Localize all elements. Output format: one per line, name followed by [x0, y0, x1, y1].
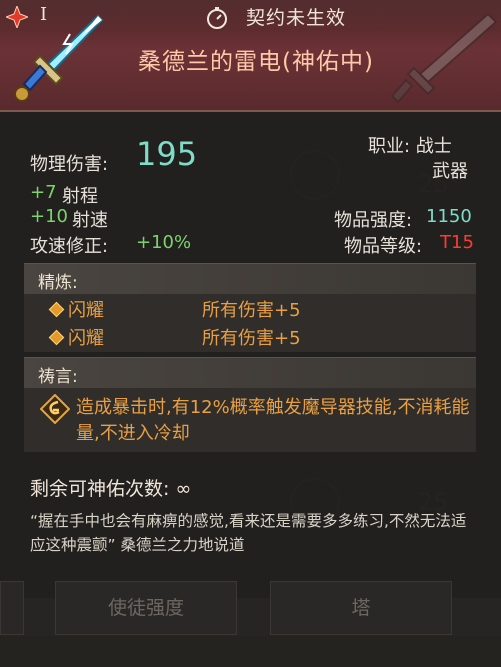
item-tooltip-card: I 契约未生效 桑德兰的雷电(神佑中) 物理伤害: 195 +7 射程 +10 — [0, 0, 501, 598]
flavor-text: “握在手中也会有麻痹的感觉,看来还是需要多多练习,不然无法适应这种震颤” 桑德兰… — [30, 512, 467, 554]
item-power-value: 1150 — [426, 206, 472, 227]
tower-button[interactable]: 塔 — [270, 581, 452, 635]
attack-speed-value: +10% — [136, 232, 192, 253]
range-label: 射程 — [62, 186, 98, 207]
speed-bonus: +10 — [30, 206, 68, 227]
prayer-title: 祷言: — [38, 367, 78, 387]
background-sword-icon — [390, 12, 498, 104]
refine-section-body: 闪耀 所有伤害+5 闪耀 所有伤害+5 — [24, 294, 476, 352]
refine-title: 精炼: — [38, 273, 78, 293]
item-level-label: 物品等级: — [344, 236, 423, 257]
item-type-label: 武器 — [432, 161, 468, 182]
refine-row-name: 闪耀 — [68, 328, 104, 349]
physical-damage-value: 195 — [136, 135, 198, 173]
range-bonus: +7 — [30, 182, 57, 203]
contract-status: 契约未生效 — [246, 7, 347, 29]
bottom-strip — [0, 636, 501, 667]
item-level-value: T15 — [440, 232, 474, 253]
tooltip-header: I 契约未生效 桑德兰的雷电(神佑中) — [0, 0, 501, 112]
refine-row-effect: 所有伤害+5 — [202, 300, 301, 321]
refine-row-name: 闪耀 — [68, 300, 104, 321]
prayer-rune-icon — [40, 394, 70, 424]
prayer-text: 造成暴击时,有12%概率触发魔导器技能,不消耗能量,不进入冷却 — [76, 397, 470, 444]
apostle-power-button[interactable]: 使徒强度 — [55, 581, 237, 635]
diamond-bullet-icon — [48, 301, 65, 318]
item-tooltip-screen: 25 25 25 I 契约未生效 — [0, 0, 501, 667]
prayer-section-header: 祷言: — [24, 357, 476, 388]
diamond-bullet-icon — [48, 329, 65, 346]
remaining-blessings: 剩余可神佑次数: ∞ — [30, 478, 192, 500]
lightning-sword-icon — [14, 14, 104, 102]
item-name: 桑德兰的雷电(神佑中) — [138, 49, 374, 75]
item-power-label: 物品强度: — [334, 210, 413, 231]
stopwatch-icon — [207, 7, 227, 29]
class-label: 职业: 战士 — [368, 136, 452, 157]
speed-label: 射速 — [72, 210, 108, 231]
attack-speed-label: 攻速修正: — [30, 236, 109, 257]
physical-damage-label: 物理伤害: — [30, 154, 109, 175]
refine-row-effect: 所有伤害+5 — [202, 328, 301, 349]
bottom-button-edge[interactable] — [0, 581, 24, 635]
refine-section-header: 精炼: — [24, 263, 476, 294]
